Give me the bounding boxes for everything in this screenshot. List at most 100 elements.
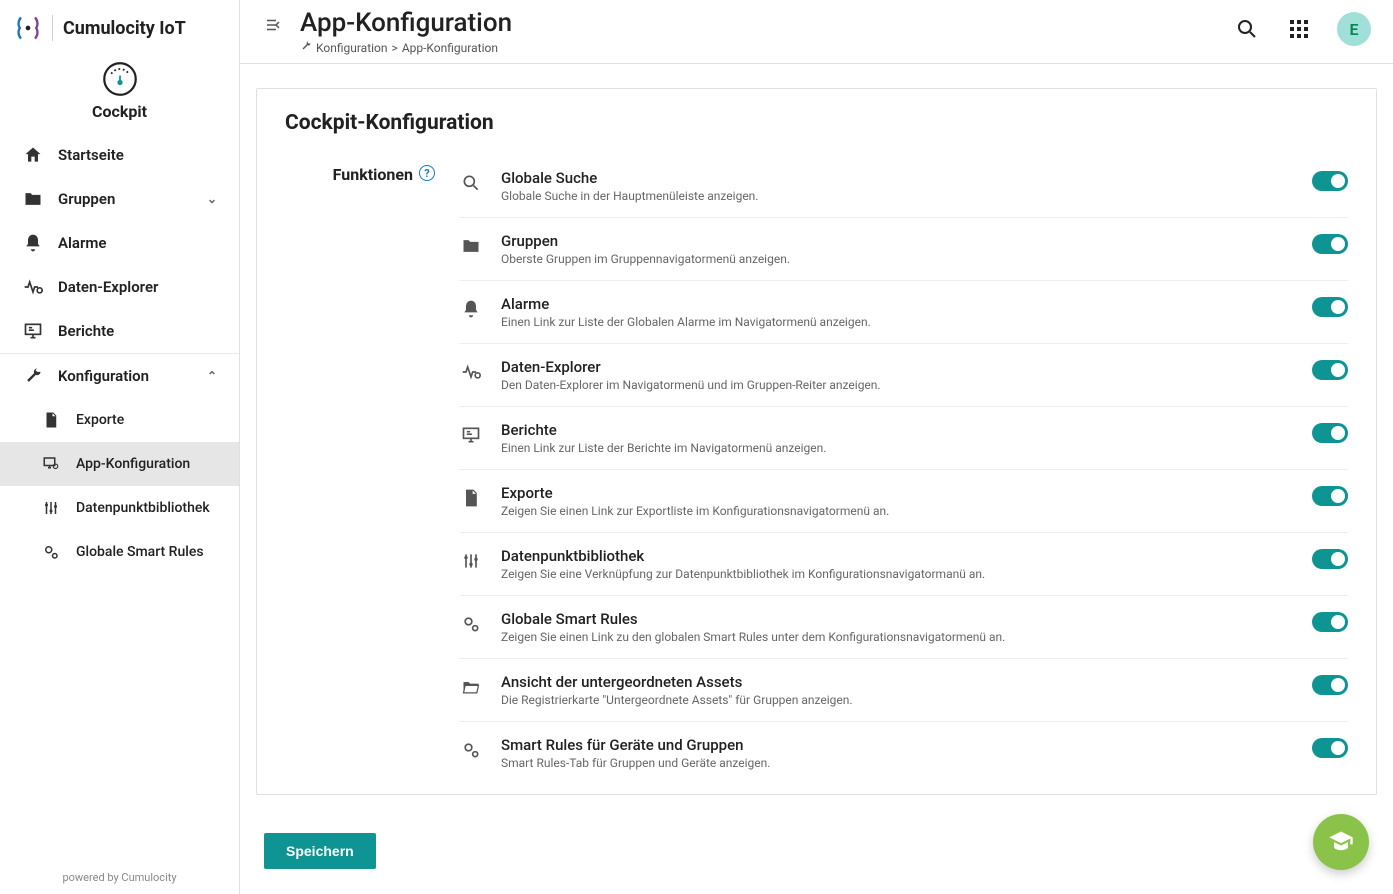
save-button[interactable]: Speichern bbox=[264, 833, 376, 869]
sidebar-item-label: Datenpunktbibliothek bbox=[76, 500, 210, 516]
sidebar-item-label: Berichte bbox=[58, 322, 114, 340]
feature-toggle[interactable] bbox=[1312, 738, 1348, 758]
feature-toggle[interactable] bbox=[1312, 360, 1348, 380]
feature-title: Datenpunktbibliothek bbox=[501, 547, 1294, 565]
feature-title: Daten-Explorer bbox=[501, 358, 1294, 376]
brand-logo-icon bbox=[14, 14, 42, 42]
feature-row: BerichteEinen Link zur Liste der Bericht… bbox=[459, 407, 1348, 470]
feature-row: Globale Suche Globale Suche in der Hauptm… bbox=[459, 155, 1348, 218]
folder-open-icon bbox=[459, 675, 483, 699]
sidebar-footer: powered by Cumulocity bbox=[0, 861, 239, 894]
feature-toggle[interactable] bbox=[1312, 423, 1348, 443]
graduation-cap-icon bbox=[1327, 828, 1355, 856]
feature-desc: Globale Suche in der Hauptmenüleiste anz… bbox=[501, 189, 1294, 203]
feature-title: Smart Rules für Geräte und Gruppen bbox=[501, 736, 1294, 754]
folder-icon bbox=[22, 188, 44, 210]
sidebar-item-label: Exporte bbox=[76, 412, 124, 428]
sidebar-item-globale-smart-rules[interactable]: Globale Smart Rules bbox=[0, 530, 239, 574]
feature-row: Daten-Explorer Den Daten-Explorer im Navi… bbox=[459, 344, 1348, 407]
sliders-icon bbox=[40, 497, 62, 519]
feature-title: Ansicht der untergeordneten Assets bbox=[501, 673, 1294, 691]
feature-desc: Zeigen Sie einen Link zur Exportliste im… bbox=[501, 504, 1294, 518]
feature-row: Globale Smart RulesZeigen Sie einen Link… bbox=[459, 596, 1348, 659]
feature-row: Alarme Einen Link zur Liste der Globalen … bbox=[459, 281, 1348, 344]
feature-toggle[interactable] bbox=[1312, 171, 1348, 191]
help-fab[interactable] bbox=[1313, 814, 1369, 870]
feature-row: Datenpunktbibliothek Zeigen Sie eine Verk… bbox=[459, 533, 1348, 596]
sidebar-item-label: Alarme bbox=[58, 234, 106, 252]
feature-row: Exporte Zeigen Sie einen Link zur Exportl… bbox=[459, 470, 1348, 533]
nav: Startseite Gruppen ⌄ Alarme Daten-Explor… bbox=[0, 133, 239, 861]
monitor-gear-icon bbox=[40, 453, 62, 475]
brand: Cumulocity IoT bbox=[0, 0, 239, 52]
feature-desc: Zeigen Sie einen Link zu den globalen Sm… bbox=[501, 630, 1294, 644]
sidebar-item-label: Daten-Explorer bbox=[58, 278, 158, 296]
sidebar-item-label: App-Konfiguration bbox=[76, 456, 190, 472]
content: Cockpit-Konfiguration Funktionen ? Globa… bbox=[240, 64, 1393, 894]
app-badge: Cockpit bbox=[0, 52, 239, 133]
sidebar-item-daten-explorer[interactable]: Daten-Explorer bbox=[0, 265, 239, 309]
top-actions: E bbox=[1233, 12, 1371, 46]
feature-desc: Den Daten-Explorer im Navigatormenü und … bbox=[501, 378, 1294, 392]
config-card: Cockpit-Konfiguration Funktionen ? Globa… bbox=[256, 88, 1377, 795]
topbar: App-Konfiguration Konfiguration > App-Ko… bbox=[240, 0, 1393, 64]
sidebar-item-app-konfiguration[interactable]: App-Konfiguration bbox=[0, 442, 239, 486]
gears-icon bbox=[459, 738, 483, 762]
feature-title: Gruppen bbox=[501, 232, 1294, 250]
nav-sub-konfiguration: Exporte App-Konfiguration Datenpunktbibl… bbox=[0, 398, 239, 574]
sidebar-item-konfiguration[interactable]: Konfiguration ⌃ bbox=[0, 353, 239, 398]
feature-toggle[interactable] bbox=[1312, 234, 1348, 254]
sidebar-item-label: Startseite bbox=[58, 146, 124, 164]
folder-icon bbox=[459, 234, 483, 258]
board-icon bbox=[22, 320, 44, 342]
gears-icon bbox=[459, 612, 483, 636]
feature-title: Globale Suche bbox=[501, 169, 1294, 187]
feature-toggle[interactable] bbox=[1312, 297, 1348, 317]
sidebar-item-exporte[interactable]: Exporte bbox=[0, 398, 239, 442]
sidebar-item-label: Konfiguration bbox=[58, 367, 149, 385]
brand-name: Cumulocity IoT bbox=[63, 18, 186, 39]
feature-toggle[interactable] bbox=[1312, 612, 1348, 632]
search-icon bbox=[1235, 17, 1259, 41]
help-icon[interactable]: ? bbox=[419, 165, 435, 181]
collapse-sidebar-button[interactable] bbox=[262, 14, 284, 36]
gears-icon bbox=[40, 541, 62, 563]
feature-toggle[interactable] bbox=[1312, 549, 1348, 569]
feature-title: Alarme bbox=[501, 295, 1294, 313]
features-list: Globale Suche Globale Suche in der Hauptm… bbox=[459, 155, 1348, 784]
file-icon bbox=[40, 409, 62, 431]
sidebar-item-berichte[interactable]: Berichte bbox=[0, 309, 239, 353]
chevron-down-icon: ⌄ bbox=[207, 192, 217, 206]
apps-grid-icon bbox=[1287, 17, 1311, 41]
feature-toggle[interactable] bbox=[1312, 486, 1348, 506]
sidebar-item-label: Globale Smart Rules bbox=[76, 544, 204, 560]
wrench-icon bbox=[300, 40, 312, 55]
feature-desc: Zeigen Sie eine Verknüpfung zur Datenpun… bbox=[501, 567, 1294, 581]
breadcrumb: Konfiguration > App-Konfiguration bbox=[300, 40, 1217, 55]
wrench-icon bbox=[22, 365, 44, 387]
feature-row: GruppenOberste Gruppen im Gruppennavigat… bbox=[459, 218, 1348, 281]
feature-title: Exporte bbox=[501, 484, 1294, 502]
feature-row: Ansicht der untergeordneten AssetsDie Re… bbox=[459, 659, 1348, 722]
feature-toggle[interactable] bbox=[1312, 675, 1348, 695]
sidebar-item-alarme[interactable]: Alarme bbox=[0, 221, 239, 265]
sidebar-item-startseite[interactable]: Startseite bbox=[0, 133, 239, 177]
user-avatar[interactable]: E bbox=[1337, 12, 1371, 46]
sidebar-item-datenpunktbibliothek[interactable]: Datenpunktbibliothek bbox=[0, 486, 239, 530]
search-icon bbox=[459, 171, 483, 195]
search-button[interactable] bbox=[1233, 15, 1261, 43]
pulse-icon bbox=[22, 276, 44, 298]
feature-desc: Einen Link zur Liste der Globalen Alarme… bbox=[501, 315, 1294, 329]
bell-icon bbox=[22, 232, 44, 254]
pulse-icon bbox=[459, 360, 483, 384]
app-switcher-button[interactable] bbox=[1285, 15, 1313, 43]
breadcrumb-konfiguration[interactable]: Konfiguration bbox=[316, 41, 388, 55]
breadcrumb-current: App-Konfiguration bbox=[402, 41, 498, 55]
sidebar-item-gruppen[interactable]: Gruppen ⌄ bbox=[0, 177, 239, 221]
feature-desc: Einen Link zur Liste der Berichte im Nav… bbox=[501, 441, 1294, 455]
chevron-up-icon: ⌃ bbox=[207, 369, 217, 383]
sidebar-item-label: Gruppen bbox=[58, 190, 115, 208]
bell-icon bbox=[459, 297, 483, 321]
app-name: Cockpit bbox=[92, 102, 147, 121]
main: App-Konfiguration Konfiguration > App-Ko… bbox=[240, 0, 1393, 894]
